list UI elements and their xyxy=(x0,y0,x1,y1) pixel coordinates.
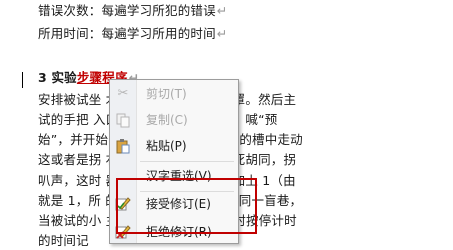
menu-item-paste[interactable]: 粘贴(P) xyxy=(110,134,238,158)
menu-item-cut[interactable]: ✂ 剪切(T) xyxy=(110,82,238,106)
doc-line-1-text: 错误次数：每遍学习所犯的错误 xyxy=(38,3,216,18)
doc-line-11: 的时间记 xyxy=(38,233,89,248)
paragraph-mark: ↵ xyxy=(216,3,228,18)
menu-item-label: 复制(C) xyxy=(146,113,188,127)
doc-line-2: 所用时间：每遍学习所用的时间↵ xyxy=(38,25,228,43)
paste-icon xyxy=(115,138,131,154)
menu-separator xyxy=(140,161,234,162)
highlight-box xyxy=(116,178,257,234)
menu-item-label: 粘贴(P) xyxy=(146,139,187,153)
copy-icon xyxy=(115,112,131,128)
doc-line-2-text: 所用时间：每遍学习所用的时间 xyxy=(38,26,216,41)
revision-change-bar xyxy=(22,72,23,88)
doc-line-1: 错误次数：每遍学习所犯的错误↵ xyxy=(38,2,228,20)
menu-item-label: 剪切(T) xyxy=(146,87,187,101)
paragraph-mark: ↵ xyxy=(216,26,228,41)
section-heading-prefix: 3 实验 xyxy=(38,70,77,85)
scissors-icon: ✂ xyxy=(117,86,129,101)
menu-item-copy[interactable]: 复制(C) xyxy=(110,108,238,132)
